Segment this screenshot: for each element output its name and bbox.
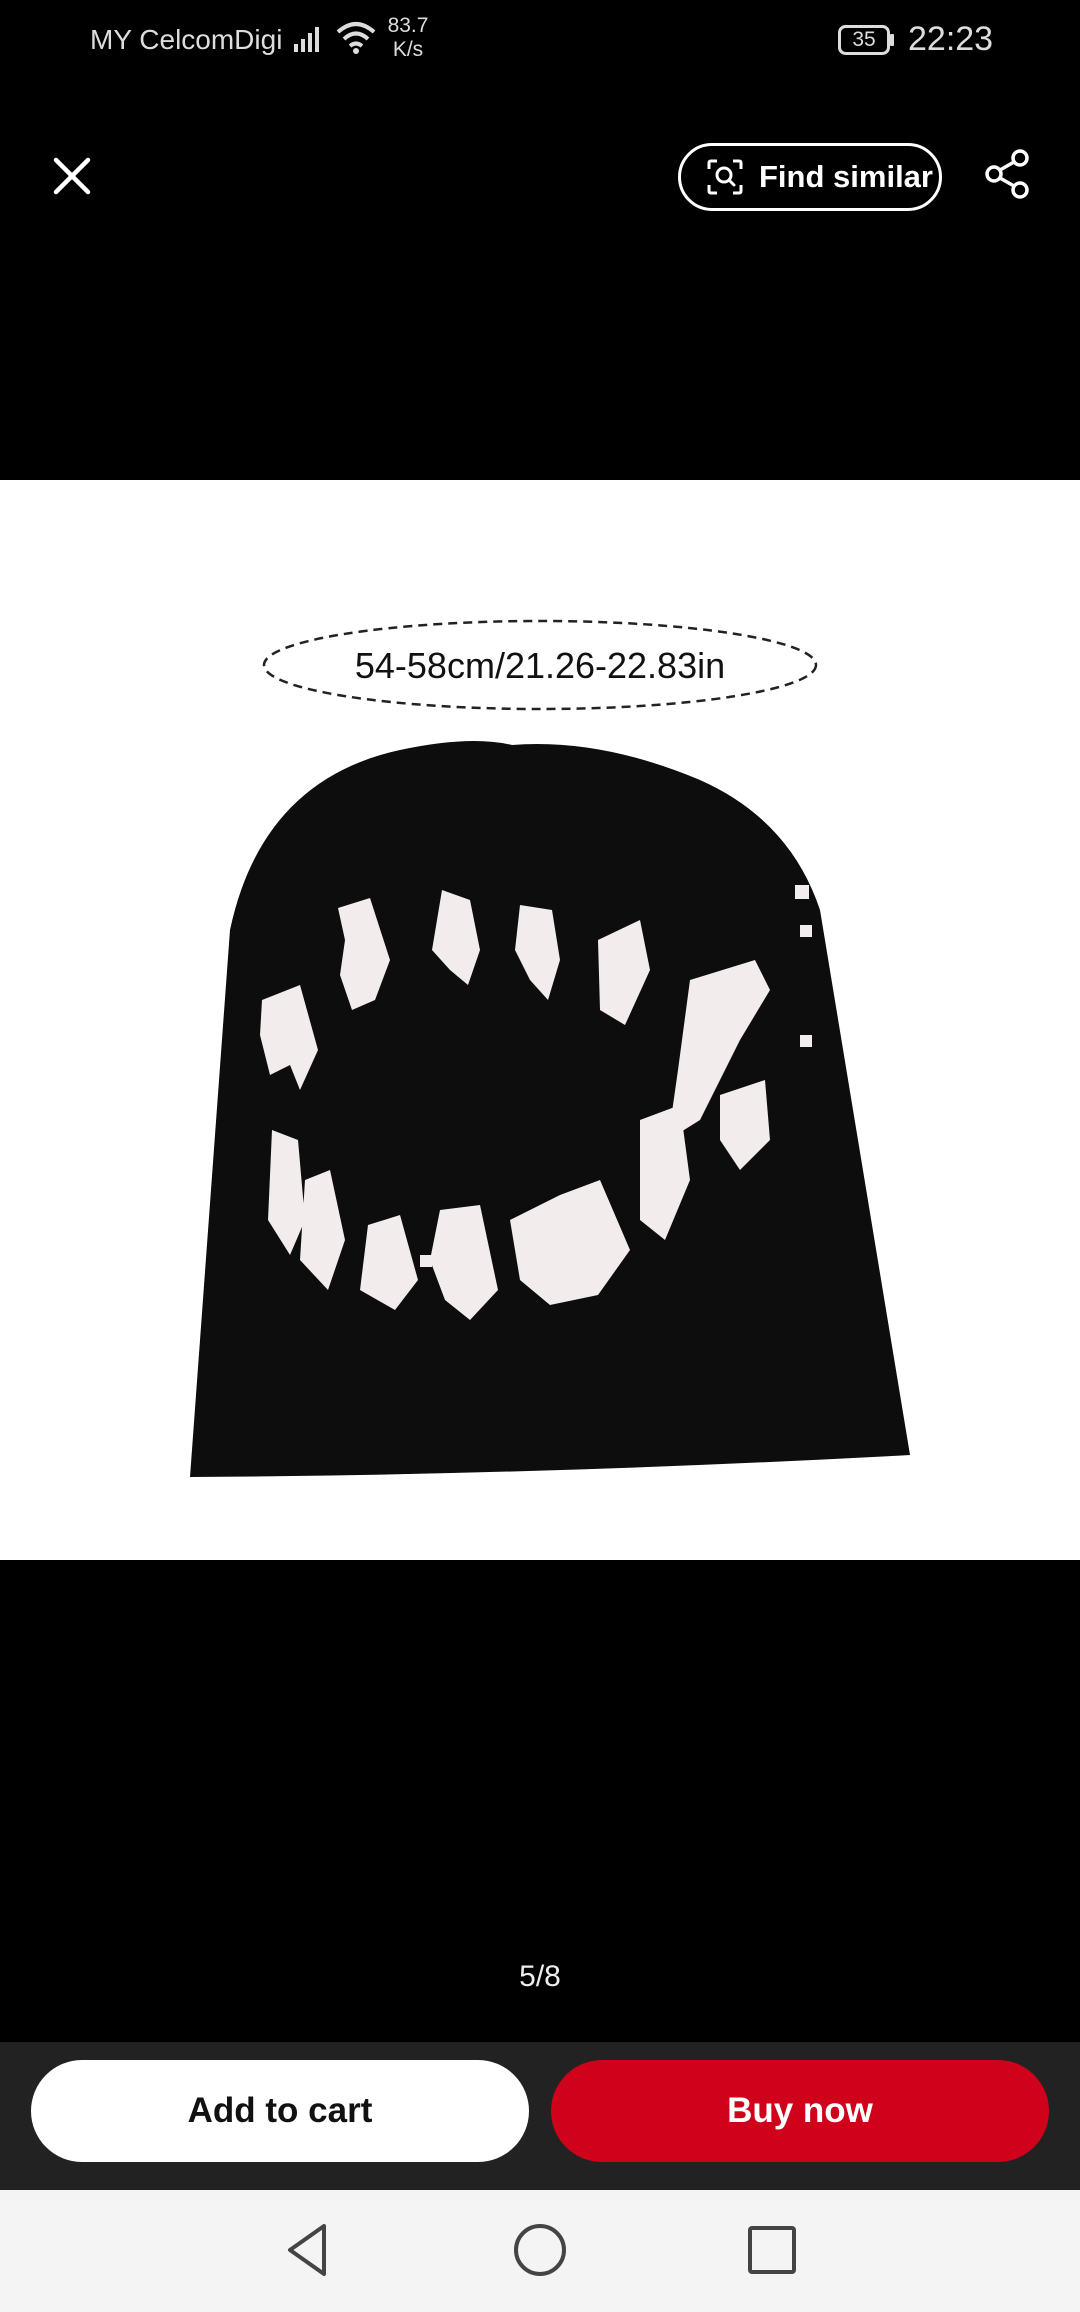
close-button[interactable] <box>44 148 100 204</box>
recents-icon[interactable] <box>742 2220 802 2280</box>
scan-search-icon <box>707 159 743 195</box>
speed-value: 83.7 <box>387 14 429 37</box>
image-counter: 5/8 <box>519 1960 561 1993</box>
buy-now-button[interactable]: Buy now <box>551 2060 1049 2162</box>
add-to-cart-button[interactable]: Add to cart <box>31 2060 529 2162</box>
home-icon[interactable] <box>510 2220 570 2280</box>
action-bar: Add to cart Buy now <box>0 2042 1080 2190</box>
share-icon[interactable] <box>980 146 1036 202</box>
battery-level: 35 <box>852 28 876 51</box>
product-image[interactable]: 54-58cm/21.26-22.83in <box>0 480 1080 1560</box>
system-nav-bar <box>0 2190 1080 2312</box>
status-bar: MY CelcomDigi 83.7 K/s 35 22:23 <box>0 0 1080 80</box>
signal-icon <box>294 27 319 52</box>
close-icon <box>53 157 91 195</box>
find-similar-button[interactable]: Find similar <box>678 143 942 211</box>
carrier-name: MY CelcomDigi <box>90 24 283 55</box>
clock: 22:23 <box>908 20 994 58</box>
back-icon[interactable] <box>278 2220 338 2280</box>
beanie-shape <box>190 741 910 1477</box>
size-label: 54-58cm/21.26-22.83in <box>355 645 725 686</box>
speed-unit: K/s <box>392 38 424 61</box>
find-similar-label: Find similar <box>759 159 933 194</box>
wifi-icon <box>336 22 376 54</box>
network-speed: 83.7 K/s <box>384 14 432 62</box>
